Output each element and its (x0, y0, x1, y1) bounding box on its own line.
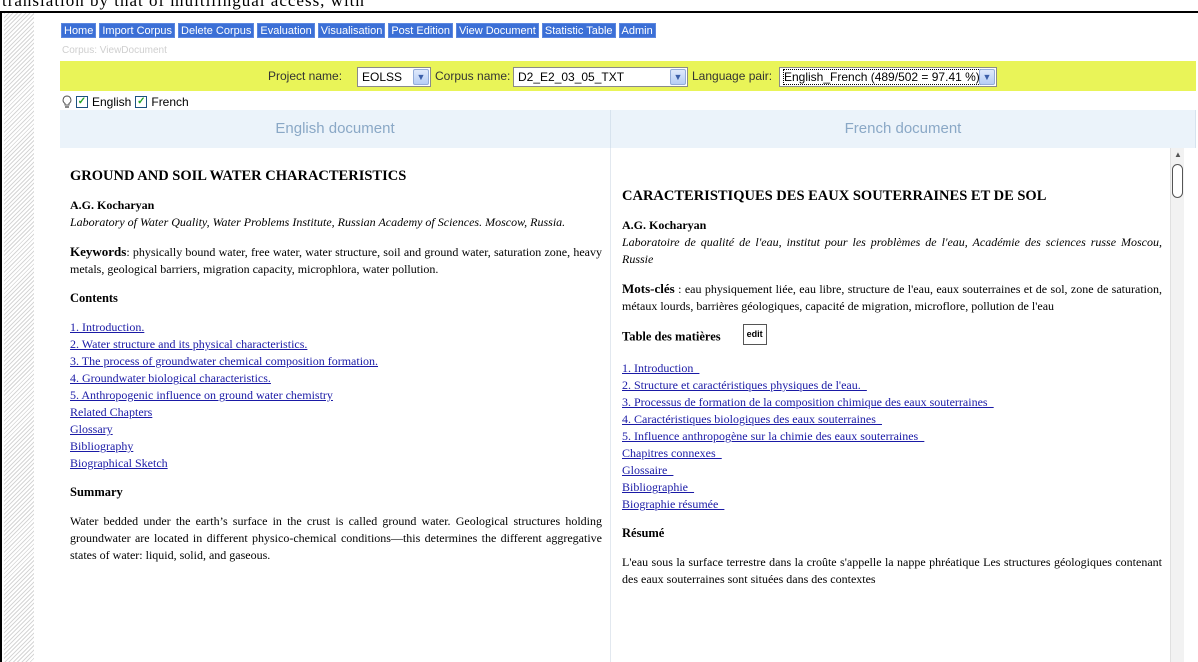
french-contents-list: 1. Introduction_ 2. Structure et caracté… (622, 360, 1162, 513)
chevron-down-icon: ▼ (979, 69, 995, 85)
english-document-header: English document (60, 110, 611, 148)
french-document: CARACTERISTIQUES DES EAUX SOUTERRAINES E… (622, 148, 1162, 662)
column-divider (610, 148, 611, 662)
english-link-bibliography[interactable]: Bibliography (70, 438, 602, 455)
nav-admin[interactable]: Admin (618, 23, 656, 38)
french-link-formation[interactable]: 3. Processus de formation de la composit… (622, 394, 1162, 411)
corpus-label: Corpus name: (435, 69, 511, 83)
nav-visualisation[interactable]: Visualisation (317, 23, 386, 38)
english-link-water-structure[interactable]: 2. Water structure and its physical char… (70, 336, 602, 353)
english-affiliation: Laboratory of Water Quality, Water Probl… (70, 215, 566, 229)
english-link-chemical-composition[interactable]: 3. The process of groundwater chemical c… (70, 353, 602, 370)
project-select[interactable]: EOLSS ▼ (357, 67, 431, 87)
french-checkbox[interactable]: ✓ (135, 96, 148, 108)
french-document-header: French document (611, 110, 1196, 148)
english-document: GROUND AND SOIL WATER CHARACTERISTICS A.… (70, 148, 602, 662)
french-summary-heading: Résumé (622, 526, 665, 540)
breadcrumb: Corpus: ViewDocument (62, 45, 167, 56)
nav-home[interactable]: Home (61, 23, 97, 38)
nav-delete-corpus[interactable]: Delete Corpus (178, 23, 255, 38)
french-link-biographie[interactable]: Biographie résumée_ (622, 496, 1162, 513)
french-link-bibliographie[interactable]: Bibliographie_ (622, 479, 1162, 496)
browser-frame: Home Import Corpus Delete Corpus Evaluat… (0, 11, 1198, 662)
english-link-related-chapters[interactable]: Related Chapters (70, 404, 602, 421)
english-toggle-label: English (92, 95, 132, 109)
chevron-down-icon: ▼ (670, 69, 686, 85)
french-contents-heading: Table des matières (622, 329, 721, 344)
french-toggle-label: French (151, 95, 189, 109)
french-contents-heading-row: Table des matières edit (622, 324, 1162, 348)
english-checkbox[interactable]: ✓ (76, 96, 88, 108)
nav-view-document[interactable]: View Document (456, 23, 539, 38)
french-keywords: Mots-clés : eau physiquement liée, eau l… (622, 280, 1162, 315)
top-nav: Home Import Corpus Delete Corpus Evaluat… (61, 23, 656, 38)
nav-post-edition[interactable]: Post Edition (388, 23, 454, 38)
french-affiliation: Laboratoire de qualité de l'eau, institu… (622, 235, 1162, 266)
english-contents-heading: Contents (70, 291, 118, 305)
language-label: Language pair: (692, 69, 773, 83)
english-link-introduction[interactable]: 1. Introduction. (70, 319, 602, 336)
english-title: GROUND AND SOIL WATER CHARACTERISTICS (70, 168, 407, 184)
english-link-biological[interactable]: 4. Groundwater biological characteristic… (70, 370, 602, 387)
french-link-structure[interactable]: 2. Structure et caractéristiques physiqu… (622, 377, 1162, 394)
english-contents-list: 1. Introduction. 2. Water structure and … (70, 319, 602, 472)
corpus-select[interactable]: D2_E2_03_05_TXT ▼ (513, 67, 688, 87)
english-summary-heading: Summary (70, 485, 123, 499)
page: Home Import Corpus Delete Corpus Evaluat… (46, 13, 1198, 662)
english-keywords: Keywords: physically bound water, free w… (70, 243, 602, 278)
project-label: Project name: (268, 69, 343, 83)
french-title: CARACTERISTIQUES DES EAUX SOUTERRAINES E… (622, 188, 1047, 204)
french-link-influence[interactable]: 5. Influence anthropogène sur la chimie … (622, 428, 1162, 445)
scroll-up-icon[interactable]: ▲ (1171, 150, 1185, 162)
french-keywords-text: : eau physiquement liée, eau libre, stru… (622, 282, 1162, 313)
french-link-introduction[interactable]: 1. Introduction_ (622, 360, 1162, 377)
language-toggles: ✓ English ✓ French (62, 95, 189, 109)
english-summary: Water bedded under the earth’s surface i… (70, 514, 602, 562)
lightbulb-icon[interactable] (62, 95, 72, 109)
nav-import-corpus[interactable]: Import Corpus (99, 23, 176, 38)
language-pair-select[interactable]: English_French (489/502 = 97.41 %) ▼ (779, 67, 997, 87)
french-link-biologiques[interactable]: 4. Caractéristiques biologiques des eaux… (622, 411, 1162, 428)
french-summary: L'eau sous la surface terrestre dans la … (622, 555, 1162, 586)
hatched-margin (4, 13, 34, 662)
french-link-glossaire[interactable]: Glossaire_ (622, 462, 1162, 479)
english-link-biographical-sketch[interactable]: Biographical Sketch (70, 455, 602, 472)
scrollbar-thumb[interactable] (1172, 164, 1183, 198)
english-author: A.G. Kocharyan (70, 198, 155, 212)
french-author: A.G. Kocharyan (622, 218, 707, 232)
french-scrollbar[interactable]: ▲ (1170, 148, 1184, 662)
nav-statistic-table[interactable]: Statistic Table (541, 23, 616, 38)
french-keywords-label: Mots-clés (622, 281, 675, 296)
edit-button[interactable]: edit (742, 324, 767, 345)
cropped-document-text: translation by that of multilingual acce… (2, 0, 365, 10)
english-link-glossary[interactable]: Glossary (70, 421, 602, 438)
english-link-anthropogenic[interactable]: 5. Anthropogenic influence on ground wat… (70, 387, 602, 404)
english-keywords-text: : physically bound water, free water, wa… (70, 245, 602, 276)
selector-bar: Project name: EOLSS ▼ Corpus name: D2_E2… (60, 61, 1196, 91)
nav-evaluation[interactable]: Evaluation (257, 23, 315, 38)
chevron-down-icon: ▼ (413, 69, 429, 85)
french-link-chapitres-connexes[interactable]: Chapitres connexes_ (622, 445, 1162, 462)
english-keywords-label: Keywords (70, 244, 127, 259)
